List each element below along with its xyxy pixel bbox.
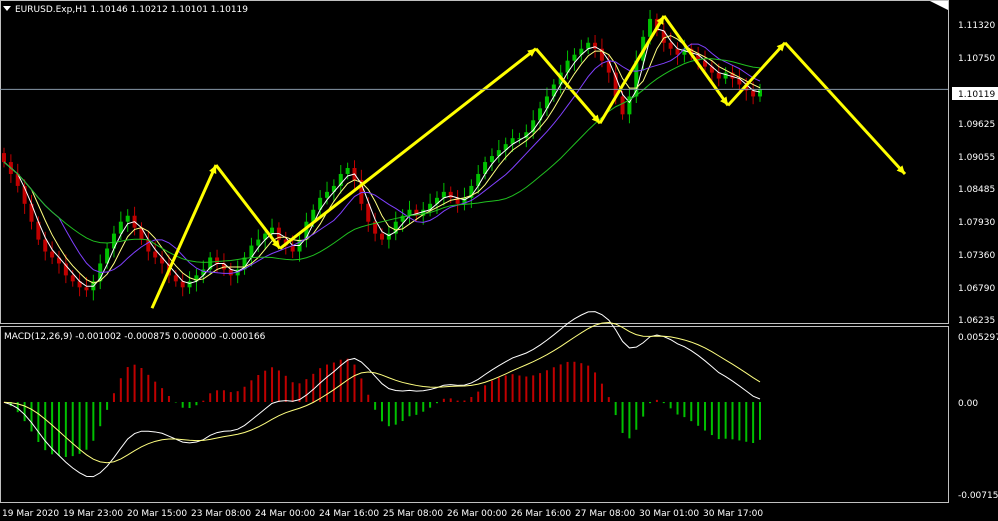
candle-bull xyxy=(723,72,728,79)
candle-bull xyxy=(572,54,577,61)
time-tick: 30 Mar 17:00 xyxy=(703,509,763,519)
candle-bull xyxy=(270,227,275,234)
macd-axis[interactable]: 0.005297 0.00 -0.007157 xyxy=(958,333,998,501)
time-tick: 24 Mar 00:00 xyxy=(255,509,315,519)
macd-panel-frame xyxy=(0,326,949,503)
macd-title: MACD(12,26,9) -0.001002 -0.000875 0.0000… xyxy=(4,332,266,342)
candle-bear xyxy=(215,257,220,264)
candle-bull xyxy=(187,281,192,288)
time-tick: 30 Mar 01:00 xyxy=(639,509,699,519)
ma-fast-line xyxy=(3,28,761,287)
price-tick: 1.07930 xyxy=(958,218,995,228)
price-panel-frame xyxy=(0,0,949,324)
price-tick: 1.08485 xyxy=(958,185,995,195)
time-tick: 26 Mar 00:00 xyxy=(447,509,507,519)
time-tick: 24 Mar 16:00 xyxy=(319,509,379,519)
candle-bear xyxy=(380,233,384,240)
corner-triangle-icon xyxy=(930,1,948,10)
time-tick: 23 Mar 08:00 xyxy=(191,509,251,519)
trend-arrow-line xyxy=(214,164,282,250)
trend-arrow-line xyxy=(279,47,537,250)
candle-bear xyxy=(43,239,48,252)
drawn-arrows[interactable] xyxy=(150,15,907,309)
candle-bear xyxy=(50,251,55,258)
price-tick: 1.09055 xyxy=(958,153,995,163)
price-tick: 1.10750 xyxy=(958,54,995,64)
time-tick: 19 Mar 23:00 xyxy=(63,509,123,519)
candle-bull xyxy=(256,239,261,246)
symbol-ohlc-label: EURUSD.Exp,H1 1.10146 1.10212 1.10101 1.… xyxy=(15,5,248,15)
candle-bear xyxy=(84,287,89,291)
candle-bear xyxy=(70,275,75,282)
price-tick: 1.07360 xyxy=(958,251,995,261)
candle-bear xyxy=(751,90,756,97)
time-tick: 19 Mar 2020 xyxy=(2,509,59,519)
price-tick: 1.06790 xyxy=(958,284,995,294)
price-chart[interactable] xyxy=(2,9,762,301)
price-tick: 1.09625 xyxy=(958,120,995,130)
candle-bear xyxy=(448,191,453,198)
candle-bear xyxy=(606,60,611,73)
price-axis[interactable]: 1.11320 1.10750 1.10119 1.09625 1.09055 … xyxy=(952,21,998,326)
candle-bear xyxy=(668,42,673,49)
candle-bear xyxy=(620,96,625,115)
candle-bull xyxy=(345,168,350,174)
chart-title[interactable]: EURUSD.Exp,H1 1.10146 1.10212 1.10101 1.… xyxy=(3,5,248,15)
candle-bear xyxy=(173,275,178,282)
candle-bull xyxy=(325,191,330,198)
trend-arrow-line xyxy=(783,41,907,175)
price-tick: 1.06235 xyxy=(958,316,995,326)
macd-tick: 0.005297 xyxy=(958,333,998,343)
macd-signal-line xyxy=(3,322,761,464)
candle-bull xyxy=(489,156,494,163)
time-tick: 26 Mar 16:00 xyxy=(511,509,571,519)
time-tick: 20 Mar 15:00 xyxy=(127,509,187,519)
current-price-label: 1.10119 xyxy=(958,90,995,100)
time-axis[interactable]: 19 Mar 2020 19 Mar 23:00 20 Mar 15:00 23… xyxy=(2,509,763,519)
candle-bull xyxy=(758,89,762,97)
macd-tick: 0.00 xyxy=(958,399,978,409)
price-tick: 1.11320 xyxy=(958,21,995,31)
trend-arrow-line xyxy=(726,41,787,107)
triangle-down-icon[interactable] xyxy=(3,6,11,11)
candle-bear xyxy=(2,153,6,163)
candle-bear xyxy=(153,251,158,258)
ma-mid-line xyxy=(3,35,761,284)
trend-arrow-line xyxy=(662,15,730,107)
macd-tick: -0.007157 xyxy=(958,491,998,501)
time-tick: 25 Mar 08:00 xyxy=(383,509,443,519)
candle-bull xyxy=(125,215,130,222)
chart-window[interactable]: EURUSD.Exp,H1 1.10146 1.10212 1.10101 1.… xyxy=(0,0,998,521)
time-tick: 27 Mar 08:00 xyxy=(575,509,635,519)
